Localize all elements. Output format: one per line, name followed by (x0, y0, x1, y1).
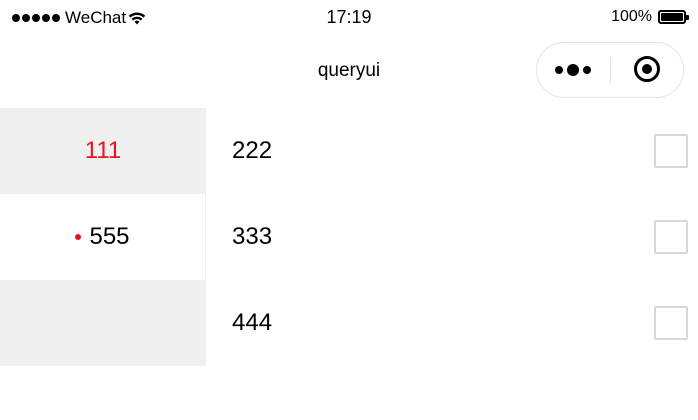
checkbox[interactable] (654, 220, 688, 254)
close-icon[interactable] (634, 56, 660, 82)
list-item-label: 222 (232, 137, 273, 164)
badge-dot-icon (75, 234, 82, 240)
battery-icon (658, 10, 689, 24)
checkbox[interactable] (654, 306, 688, 340)
status-bar: WeChat 17:19 100% (0, 0, 698, 36)
mini-program-capsule (536, 42, 684, 98)
option-list: 222 333 444 (206, 108, 698, 366)
nav-bar: queryui (0, 36, 698, 108)
status-right: 100% (611, 8, 689, 26)
list-item[interactable]: 222 (206, 108, 698, 194)
list-item-label: 333 (232, 223, 273, 250)
status-time: 17:19 (326, 7, 372, 27)
sidebar-item-label: 555 (89, 223, 130, 250)
more-icon[interactable] (555, 43, 591, 97)
sidebar-item-555[interactable]: 555 (0, 194, 206, 280)
capsule-divider (610, 57, 611, 83)
list-item-label: 444 (232, 309, 273, 336)
category-sidebar: 111 555 (0, 108, 206, 366)
sidebar-item-label: 111 (84, 137, 122, 164)
battery-percent: 100% (611, 8, 652, 25)
list-item[interactable]: 444 (206, 280, 698, 366)
sidebar-item-empty[interactable] (0, 280, 206, 366)
sidebar-item-111[interactable]: 111 (0, 108, 206, 194)
checkbox[interactable] (654, 134, 688, 168)
list-item[interactable]: 333 (206, 194, 698, 280)
